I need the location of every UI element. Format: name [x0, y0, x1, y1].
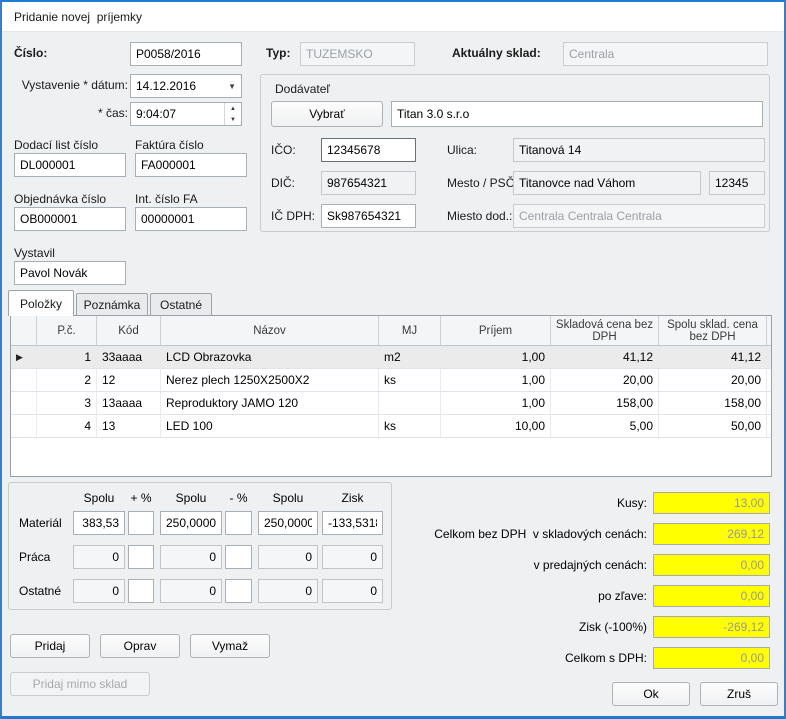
praca-plus-pct-field[interactable]	[128, 545, 154, 569]
dic-field[interactable]: 987654321	[321, 171, 416, 195]
grid-header-nazov[interactable]: Názov	[161, 316, 379, 345]
chevron-down-icon[interactable]: ▼	[228, 82, 236, 91]
material-spolu1-field[interactable]: 383,53	[73, 511, 125, 535]
window-title: Pridanie novej príjemky	[14, 10, 142, 24]
praca-spolu2-field[interactable]: 0	[160, 545, 222, 569]
title-bar: Pridanie novej príjemky	[2, 2, 784, 32]
row-selector-arrow-icon: ▶	[16, 352, 23, 363]
icdph-field[interactable]: Sk987654321	[321, 204, 416, 228]
pridaj-mimo-sklad-button: Pridaj mimo sklad	[10, 672, 150, 696]
grid-header-prijem[interactable]: Príjem	[441, 316, 551, 345]
miesto-dod-field: Centrala Centrala Centrala	[513, 204, 765, 228]
ico-label: IČO:	[271, 143, 296, 157]
aktualny-sklad-label: Aktuálny sklad:	[452, 46, 541, 60]
objednavka-field[interactable]: OB000001	[14, 207, 126, 231]
grid-header-pc[interactable]: P.č.	[37, 316, 97, 345]
vystavenie-datum-picker[interactable]: 14.12.2016 ▼	[130, 74, 242, 98]
summary-header-plus: + %	[128, 491, 154, 505]
ostatne-spolu1-field[interactable]: 0	[73, 579, 125, 603]
material-plus-pct-field[interactable]	[128, 511, 154, 535]
ico-field[interactable]: 12345678	[321, 138, 416, 162]
celkom-skladove-field: 269,12	[653, 523, 770, 545]
predajne-ceny-field: 0,00	[653, 554, 770, 576]
po-zlave-label: po zľave:	[302, 589, 647, 603]
cas-label: * čas:	[14, 106, 128, 120]
oprav-button[interactable]: Oprav	[100, 634, 180, 658]
dodaci-list-label: Dodací list číslo	[14, 138, 98, 152]
table-row[interactable]: 3 13aaaa Reproduktory JAMO 120 1,00 158,…	[11, 392, 771, 415]
vystavil-field[interactable]: Pavol Novák	[14, 261, 126, 285]
mesto-psc-label: Mesto / PSČ:	[447, 176, 518, 190]
grid-header: P.č. Kód Názov MJ Príjem Skladová cena b…	[11, 316, 771, 346]
praca-minus-pct-field[interactable]	[225, 545, 252, 569]
summary-header-spolu1: Spolu	[73, 491, 125, 505]
ok-button[interactable]: Ok	[612, 682, 690, 706]
po-zlave-field: 0,00	[653, 585, 770, 607]
zrus-button[interactable]: Zruš	[700, 682, 778, 706]
miesto-dod-label: Miesto dod.:	[447, 209, 512, 223]
ostatne-plus-pct-field[interactable]	[128, 579, 154, 603]
objednavka-label: Objednávka číslo	[14, 192, 106, 206]
tab-poznamka[interactable]: Poznámka	[76, 293, 148, 316]
items-grid: P.č. Kód Názov MJ Príjem Skladová cena b…	[10, 315, 772, 477]
int-cislo-label: Int. číslo FA	[135, 192, 198, 206]
tab-polozky[interactable]: Položky	[8, 290, 74, 316]
cislo-field[interactable]: P0058/2016	[130, 42, 242, 66]
material-minus-pct-field[interactable]	[225, 511, 252, 535]
predajne-ceny-label: v predajných cenách:	[302, 558, 647, 572]
celkom-skladove-label: Celkom bez DPH v skladových cenách:	[302, 527, 647, 541]
typ-label: Typ:	[266, 46, 290, 60]
table-row[interactable]: 4 13 LED 100 ks 10,00 5,00 50,00	[11, 415, 771, 438]
spin-up-icon[interactable]: ▲	[225, 103, 241, 114]
dodaci-list-field[interactable]: DL000001	[14, 153, 126, 177]
table-row[interactable]: 2 12 Nerez plech 1250X2500X2 ks 1,00 20,…	[11, 369, 771, 392]
kusy-field: 13,00	[653, 492, 770, 514]
icdph-label: IČ DPH:	[271, 209, 315, 223]
psc-field[interactable]: 12345	[709, 171, 765, 195]
int-cislo-field[interactable]: 00000001	[135, 207, 247, 231]
dodavatel-group-label: Dodávateľ	[275, 82, 330, 96]
dodavatel-groupbox: Dodávateľ Vybrať Titan 3.0 s.r.o IČO: 12…	[260, 74, 770, 232]
dic-label: DIČ:	[271, 176, 295, 190]
vystavenie-datum-label: Vystavenie * dátum:	[14, 78, 128, 92]
praca-spolu1-field[interactable]: 0	[73, 545, 125, 569]
pridaj-button[interactable]: Pridaj	[10, 634, 90, 658]
celkom-s-dph-label: Celkom s DPH:	[302, 651, 647, 665]
summary-header-spolu2: Spolu	[160, 491, 222, 505]
mesto-field[interactable]: Titanovce nad Váhom	[513, 171, 701, 195]
ostatne-minus-pct-field[interactable]	[225, 579, 252, 603]
celkom-s-dph-field: 0,00	[653, 647, 770, 669]
cislo-label: Číslo:	[14, 46, 47, 60]
faktura-field[interactable]: FA000001	[135, 153, 247, 177]
vymaz-button[interactable]: Vymaž	[190, 634, 270, 658]
aktualny-sklad-field: Centrala	[563, 42, 768, 66]
table-row[interactable]: ▶ 1 33aaaa LCD Obrazovka m2 1,00 41,12 4…	[11, 346, 771, 369]
kusy-label: Kusy:	[302, 496, 647, 510]
vystavil-label: Vystavil	[14, 246, 55, 260]
grid-header-cena[interactable]: Skladová cena bez DPH	[551, 316, 659, 345]
time-spin-buttons[interactable]: ▲ ▼	[224, 103, 241, 125]
ostatne-spolu2-field[interactable]: 0	[160, 579, 222, 603]
ulica-label: Ulica:	[447, 143, 477, 157]
typ-field: TUZEMSKO	[300, 42, 415, 66]
zisk-field: -269,12	[653, 616, 770, 638]
cas-spinner[interactable]: 9:04:07 ▲ ▼	[130, 102, 242, 126]
grid-header-mj[interactable]: MJ	[379, 316, 441, 345]
supplier-name-field[interactable]: Titan 3.0 s.r.o	[391, 101, 763, 127]
vybrat-button[interactable]: Vybrať	[271, 101, 383, 127]
tab-ostatne[interactable]: Ostatné	[150, 293, 212, 316]
faktura-label: Faktúra číslo	[135, 138, 204, 152]
dialog-window: Pridanie novej príjemky Číslo: P0058/201…	[0, 0, 786, 719]
grid-header-kod[interactable]: Kód	[97, 316, 161, 345]
dialog-content: Číslo: P0058/2016 Typ: TUZEMSKO Aktuálny…	[2, 32, 784, 716]
summary-header-minus: - %	[225, 491, 252, 505]
material-spolu2-field[interactable]: 250,0000	[160, 511, 222, 535]
ulica-field[interactable]: Titanová 14	[513, 138, 765, 162]
spin-down-icon[interactable]: ▼	[225, 114, 241, 125]
grid-header-selector	[11, 316, 37, 345]
grid-header-spolu[interactable]: Spolu sklad. cena bez DPH	[659, 316, 767, 345]
zisk-label: Zisk (-100%)	[302, 620, 647, 634]
